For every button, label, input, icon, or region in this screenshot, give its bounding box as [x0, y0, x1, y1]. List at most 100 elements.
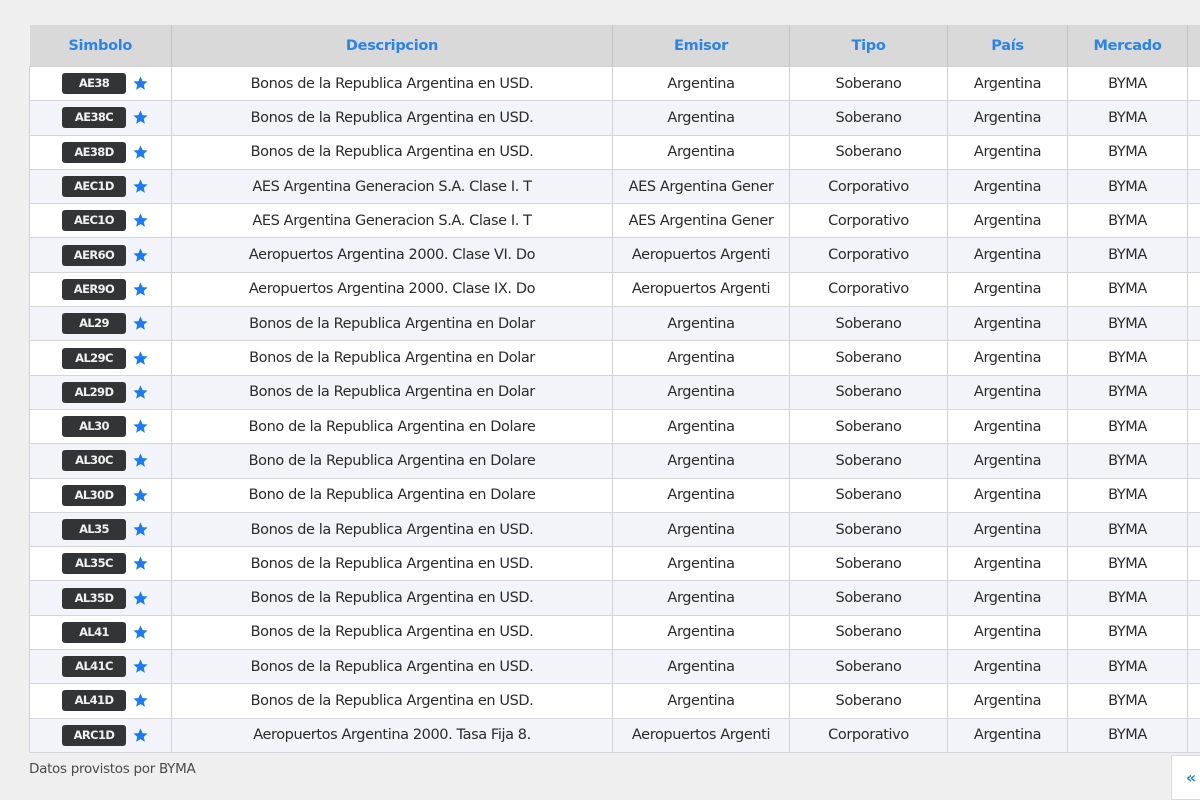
symbol-badge[interactable]: AL41C — [62, 656, 126, 678]
cell-emisor: Argentina — [612, 100, 790, 136]
cell-emisor: Argentina — [612, 478, 790, 513]
symbol-badge[interactable]: AE38 — [62, 73, 126, 95]
table-row[interactable]: AL41D Bonos de la Republica Argentina en … — [29, 683, 1200, 719]
table-row[interactable]: AL30C Bono de la Republica Argentina en D… — [29, 443, 1200, 479]
table-row[interactable]: AE38D Bonos de la Republica Argentina en … — [29, 135, 1200, 170]
cell-emisor: AES Argentina Gener — [612, 203, 790, 239]
table-row[interactable]: AL29C Bonos de la Republica Argentina en … — [29, 340, 1200, 376]
table-row[interactable]: AL35C Bonos de la Republica Argentina en … — [29, 546, 1200, 582]
table-row[interactable]: AE38 Bonos de la Republica Argentina en U… — [29, 66, 1200, 102]
star-icon[interactable] — [132, 350, 149, 367]
symbol-badge[interactable]: AL30C — [62, 450, 126, 472]
table-row[interactable]: AER9O Aeropuertos Argentina 2000. Clase I… — [29, 272, 1200, 308]
table-row[interactable]: AL41C Bonos de la Republica Argentina en … — [29, 649, 1200, 685]
star-icon[interactable] — [132, 658, 149, 675]
cell-tipo: Soberano — [789, 100, 948, 136]
symbol-badge[interactable]: ARC1D — [62, 724, 126, 746]
symbol-badge[interactable]: AL35C — [62, 553, 126, 575]
cell-emisor: Argentina — [612, 409, 790, 445]
star-icon[interactable] — [132, 624, 149, 641]
cell-simbolo: AER9O — [29, 272, 172, 308]
cell-pais: Argentina — [947, 718, 1068, 753]
column-header-simbolo[interactable]: Simbolo — [29, 25, 172, 67]
star-icon[interactable] — [132, 590, 149, 607]
star-icon[interactable] — [132, 315, 149, 332]
table-row[interactable]: ARC1D Aeropuertos Argentina 2000. Tasa Fi… — [29, 718, 1200, 753]
table-row[interactable]: AER6O Aeropuertos Argentina 2000. Clase V… — [29, 237, 1200, 273]
symbol-badge[interactable]: AE38D — [62, 141, 126, 163]
table-row[interactable]: AL29D Bonos de la Republica Argentina en … — [29, 375, 1200, 410]
table-row[interactable]: AL35D Bonos de la Republica Argentina en … — [29, 580, 1200, 616]
cell-simbolo: AER6O — [29, 237, 172, 273]
star-icon[interactable] — [132, 75, 149, 92]
table-row[interactable]: AEC1O AES Argentina Generacion S.A. Clase… — [29, 203, 1200, 239]
cell-extra — [1187, 409, 1200, 445]
cell-simbolo: AL29 — [29, 306, 172, 342]
symbol-badge[interactable]: AL35 — [62, 519, 126, 540]
star-icon[interactable] — [132, 281, 149, 298]
star-icon[interactable] — [132, 178, 149, 195]
column-header-pais[interactable]: País — [947, 25, 1068, 67]
cell-extra — [1187, 66, 1200, 102]
symbol-cell-content: AL35D — [31, 582, 171, 615]
symbol-badge[interactable]: AE38C — [62, 107, 126, 129]
cell-simbolo: AL35D — [29, 580, 172, 616]
star-icon[interactable] — [132, 692, 149, 709]
symbol-badge[interactable]: AER9O — [62, 278, 126, 300]
cell-descripcion: AES Argentina Generacion S.A. Clase I. T — [171, 203, 613, 239]
cell-pais: Argentina — [947, 135, 1068, 170]
cell-emisor: Aeropuertos Argenti — [612, 718, 790, 753]
symbol-badge[interactable]: AER6O — [62, 244, 126, 266]
cell-tipo: Soberano — [789, 306, 948, 342]
column-header-emisor[interactable]: Emisor — [612, 25, 790, 67]
symbol-badge[interactable]: AL29 — [62, 313, 126, 335]
table-row[interactable]: AE38C Bonos de la Republica Argentina en … — [29, 100, 1200, 136]
pagination-prev-button[interactable]: « — [1171, 755, 1200, 800]
star-icon[interactable] — [132, 418, 149, 435]
cell-tipo: Corporativo — [789, 169, 948, 205]
column-header-descripcion[interactable]: Descripcion — [171, 25, 613, 67]
star-icon[interactable] — [132, 247, 149, 264]
symbol-badge[interactable]: AL41D — [62, 690, 126, 712]
cell-tipo: Soberano — [789, 375, 948, 410]
cell-simbolo: AL30 — [29, 409, 172, 445]
star-icon[interactable] — [132, 452, 149, 469]
table-row[interactable]: AL29 Bonos de la Republica Argentina en D… — [29, 306, 1200, 342]
star-icon[interactable] — [132, 212, 149, 229]
symbol-badge[interactable]: AL41 — [62, 621, 126, 643]
star-icon[interactable] — [132, 727, 149, 744]
table-row[interactable]: AL41 Bonos de la Republica Argentina en U… — [29, 615, 1200, 651]
cell-emisor: AES Argentina Gener — [612, 169, 790, 205]
symbol-badge[interactable]: AL30 — [62, 416, 126, 438]
table-row[interactable]: AL30 Bono de la Republica Argentina en Do… — [29, 409, 1200, 445]
symbol-badge[interactable]: AL35D — [62, 587, 126, 609]
table-row[interactable]: AL30D Bono de la Republica Argentina en D… — [29, 478, 1200, 513]
cell-emisor: Argentina — [612, 546, 790, 582]
symbol-badge[interactable]: AL29C — [62, 347, 126, 369]
star-icon[interactable] — [132, 384, 149, 401]
star-icon[interactable] — [132, 109, 149, 126]
cell-simbolo: AL35C — [29, 546, 172, 582]
cell-tipo: Soberano — [789, 478, 948, 513]
star-icon[interactable] — [132, 144, 149, 161]
star-icon[interactable] — [132, 487, 149, 504]
cell-simbolo: AL41C — [29, 649, 172, 685]
symbol-badge[interactable]: AL29D — [62, 381, 126, 403]
column-header-tipo[interactable]: Tipo — [789, 25, 948, 67]
table-header-row: Simbolo Descripcion Emisor Tipo País Mer… — [29, 25, 1200, 67]
symbol-badge[interactable]: AEC1O — [62, 210, 126, 232]
table-body: AE38 Bonos de la Republica Argentina en U… — [29, 66, 1200, 753]
cell-extra — [1187, 272, 1200, 308]
symbol-badge[interactable]: AEC1D — [62, 176, 126, 198]
cell-simbolo: ARC1D — [29, 718, 172, 753]
star-icon[interactable] — [132, 521, 149, 538]
table-row[interactable]: AL35 Bonos de la Republica Argentina en U… — [29, 512, 1200, 548]
cell-pais: Argentina — [947, 375, 1068, 410]
cell-descripcion: Bono de la Republica Argentina en Dolare — [171, 443, 613, 479]
table-row[interactable]: AEC1D AES Argentina Generacion S.A. Clase… — [29, 169, 1200, 205]
cell-pais: Argentina — [947, 649, 1068, 685]
star-icon[interactable] — [132, 555, 149, 572]
symbol-badge[interactable]: AL30D — [62, 484, 126, 506]
column-header-mercado[interactable]: Mercado — [1067, 25, 1188, 67]
cell-tipo: Soberano — [789, 649, 948, 685]
